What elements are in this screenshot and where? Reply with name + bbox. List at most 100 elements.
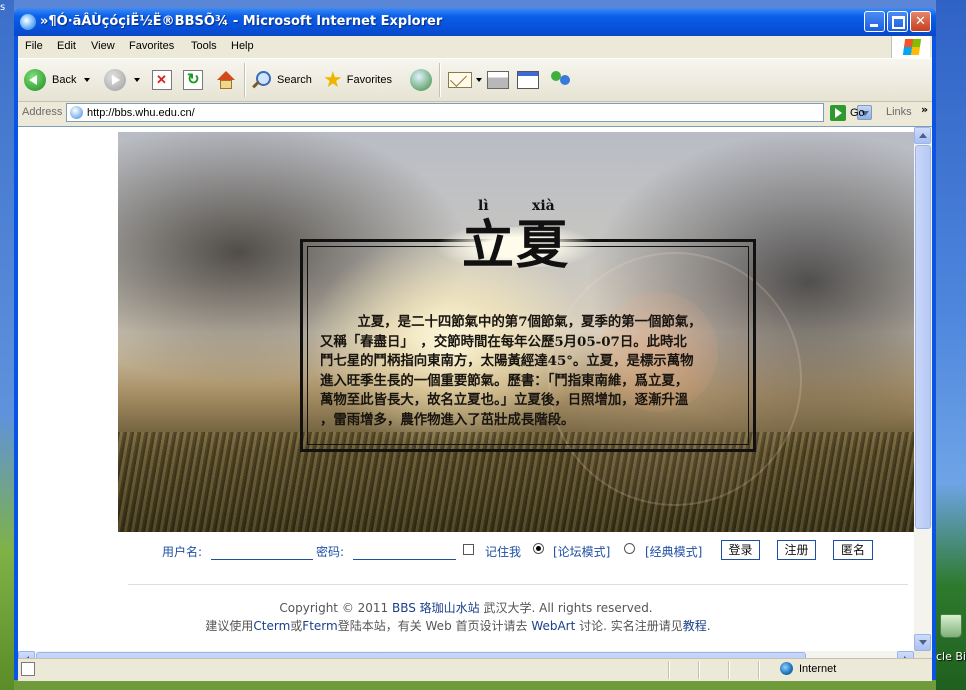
back-dropdown-icon[interactable]: [84, 78, 91, 82]
menu-tools[interactable]: Tools: [191, 40, 217, 52]
security-zone: Internet: [780, 662, 836, 675]
back-label: Back: [52, 74, 77, 86]
page-icon: [70, 106, 83, 119]
page-content: lì xià 立夏 立夏，是二十四節氣中的第7個節氣，夏季的第一個節氣， 又稱「…: [18, 127, 914, 651]
classic-mode-radio[interactable]: [624, 543, 635, 554]
tutorial-link[interactable]: 教程: [683, 619, 707, 633]
address-box[interactable]: [66, 103, 872, 122]
close-button[interactable]: ✕: [910, 11, 931, 32]
maximize-icon: [888, 12, 907, 31]
history-button[interactable]: [410, 65, 432, 95]
windows-flag-icon: [902, 39, 922, 55]
status-cell: [668, 661, 670, 679]
search-icon: [251, 70, 271, 90]
mail-icon: [448, 72, 472, 88]
go-button[interactable]: Go: [830, 104, 865, 122]
webart-link[interactable]: WebArt: [531, 619, 575, 633]
scroll-up-icon[interactable]: [914, 127, 931, 144]
mail-button[interactable]: [448, 65, 482, 95]
status-bar: Internet: [18, 658, 932, 681]
address-bar: Address Go Links »: [18, 102, 932, 124]
site-name-link[interactable]: BBS 珞珈山水站: [392, 601, 480, 615]
stop-icon: [152, 70, 172, 90]
vertical-scrollbar[interactable]: [914, 127, 932, 651]
scroll-down-icon[interactable]: [914, 634, 931, 651]
status-cell: [698, 661, 700, 679]
links-label[interactable]: Links: [886, 106, 912, 118]
search-button[interactable]: Search: [251, 65, 312, 95]
username-input[interactable]: [211, 541, 313, 560]
footer-text: 讨论. 实名注册请见: [575, 619, 683, 633]
cterm-link[interactable]: Cterm: [253, 619, 290, 633]
description-line: 萬物至此皆長大，故名立夏也。」立夏後，日照增加，逐漸升溫: [320, 392, 689, 408]
title-bar[interactable]: »¶Ó­·ãÂÙçóçiË½Ë®BBSÕ¾ - Microsoft Intern…: [14, 8, 936, 36]
login-button[interactable]: 登录: [721, 540, 760, 560]
menu-view[interactable]: View: [91, 40, 115, 52]
go-label: Go: [850, 107, 865, 119]
favorites-button[interactable]: ★ Favorites: [323, 65, 392, 95]
classic-mode-label[interactable]: [经典模式]: [645, 543, 702, 560]
links-chevron-icon[interactable]: »: [921, 103, 928, 116]
recycle-bin-icon[interactable]: [940, 614, 962, 638]
vertical-scroll-thumb[interactable]: [915, 145, 931, 529]
menu-edit[interactable]: Edit: [57, 40, 76, 52]
stop-button[interactable]: [152, 65, 172, 95]
copyright-prefix: Copyright © 2011: [279, 601, 392, 615]
printer-icon: [487, 71, 509, 89]
description-line: 進入旺季生長的一個重要節氣。歷書：「鬥指東南維，爲立夏，: [320, 372, 689, 389]
go-arrow-icon: [830, 105, 846, 121]
remember-checkbox[interactable]: [463, 544, 474, 555]
solar-term-title: 立夏: [461, 215, 570, 276]
toolbar-separator: [439, 63, 441, 97]
star-icon: ★: [323, 67, 343, 92]
forum-mode-label[interactable]: [论坛模式]: [553, 543, 610, 560]
footer-text: .: [706, 619, 711, 633]
desktop-right-strip: [936, 0, 966, 690]
messenger-icon: [550, 69, 572, 91]
maximize-button[interactable]: [887, 11, 908, 32]
window-title: »¶Ó­·ãÂÙçóçiË½Ë®BBSÕ¾ - Microsoft Intern…: [40, 14, 443, 29]
print-button[interactable]: [487, 65, 509, 95]
menu-help[interactable]: Help: [231, 40, 254, 52]
toolbar-separator: [244, 63, 246, 97]
page-viewport: lì xià 立夏 立夏，是二十四節氣中的第7個節氣，夏季的第一個節氣， 又稱「…: [18, 126, 932, 669]
fterm-link[interactable]: Fterm: [302, 619, 337, 633]
mail-dropdown-icon[interactable]: [476, 78, 482, 82]
refresh-button[interactable]: [183, 65, 203, 95]
pinyin-xia: xià: [532, 198, 555, 214]
recycle-bin[interactable]: cle Bin: [936, 612, 966, 663]
messenger-button[interactable]: [550, 65, 572, 95]
minimize-button[interactable]: [864, 11, 885, 32]
remember-label: 记住我: [485, 545, 522, 559]
address-input[interactable]: [87, 105, 787, 120]
description-line: 鬥七星的鬥柄指向東南方，太陽黃經達45°。立夏，是標示萬物: [320, 353, 694, 369]
globe-icon: [780, 662, 793, 675]
page-status-icon: [21, 662, 35, 676]
solar-term-banner: lì xià 立夏 立夏，是二十四節氣中的第7個節氣，夏季的第一個節氣， 又稱「…: [118, 132, 914, 532]
forward-arrow-icon: [104, 69, 126, 91]
ie-logo-icon[interactable]: [20, 14, 36, 30]
footer-text: 或: [290, 619, 303, 633]
menu-bar: File Edit View Favorites Tools Help: [18, 36, 932, 59]
back-button[interactable]: Back: [24, 65, 91, 95]
solar-term-description: 立夏，是二十四節氣中的第7個節氣，夏季的第一個節氣， 又稱「春盡日」 ，交節時間…: [320, 313, 740, 430]
home-button[interactable]: [215, 65, 235, 95]
close-icon: ✕: [915, 14, 926, 29]
menu-favorites[interactable]: Favorites: [129, 40, 174, 52]
ie-window: »¶Ó­·ãÂÙçóçiË½Ë®BBSÕ¾ - Microsoft Intern…: [14, 8, 936, 681]
desktop-left-strip: s: [0, 0, 14, 690]
anonymous-button[interactable]: 匿名: [833, 540, 873, 560]
register-button[interactable]: 注册: [777, 540, 816, 560]
password-input[interactable]: [353, 541, 456, 560]
status-cell: [758, 661, 760, 679]
windows-logo: [891, 36, 930, 58]
forum-mode-radio[interactable]: [533, 543, 544, 554]
address-label: Address: [22, 106, 63, 118]
desktop-glyph: s: [0, 2, 6, 13]
forward-button[interactable]: [104, 65, 140, 95]
forward-dropdown-icon[interactable]: [134, 78, 140, 82]
standard-toolbar: Back Search ★ Favorite: [18, 59, 932, 102]
menu-file[interactable]: File: [25, 40, 43, 52]
edit-button[interactable]: [517, 65, 539, 95]
window-client: File Edit View Favorites Tools Help Back: [18, 36, 932, 681]
